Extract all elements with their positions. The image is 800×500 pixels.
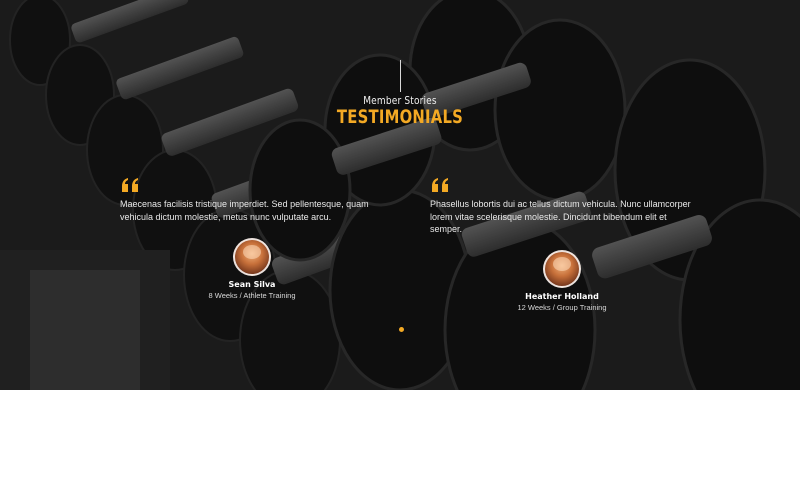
testimonial-card: Maecenas facilisis tristique imperdiet. … — [120, 178, 385, 223]
author-name: Heather Holland — [525, 292, 599, 301]
testimonial-text: Maecenas facilisis tristique imperdiet. … — [120, 199, 369, 222]
testimonial-author: Heather Holland 12 Weeks / Group Trainin… — [482, 250, 642, 312]
title-divider — [400, 60, 401, 92]
section-title: TESTIMONIALS — [336, 106, 464, 128]
quote-icon — [432, 178, 448, 192]
avatar — [233, 238, 271, 276]
avatar — [543, 250, 581, 288]
author-program: 8 Weeks / Athlete Training — [208, 291, 296, 300]
author-program: 12 Weeks / Group Training — [517, 303, 607, 312]
testimonial-author: Sean Silva 8 Weeks / Athlete Training — [172, 238, 332, 300]
testimonial-text: Phasellus lobortis dui ac tellus dictum … — [430, 199, 691, 234]
testimonial-card: Phasellus lobortis dui ac tellus dictum … — [430, 178, 695, 236]
author-name: Sean Silva — [228, 280, 276, 289]
testimonials-hero: Member Stories TESTIMONIALS Maecenas fac… — [0, 0, 800, 390]
slider-dot-active[interactable] — [399, 327, 404, 332]
quote-icon — [122, 178, 138, 192]
